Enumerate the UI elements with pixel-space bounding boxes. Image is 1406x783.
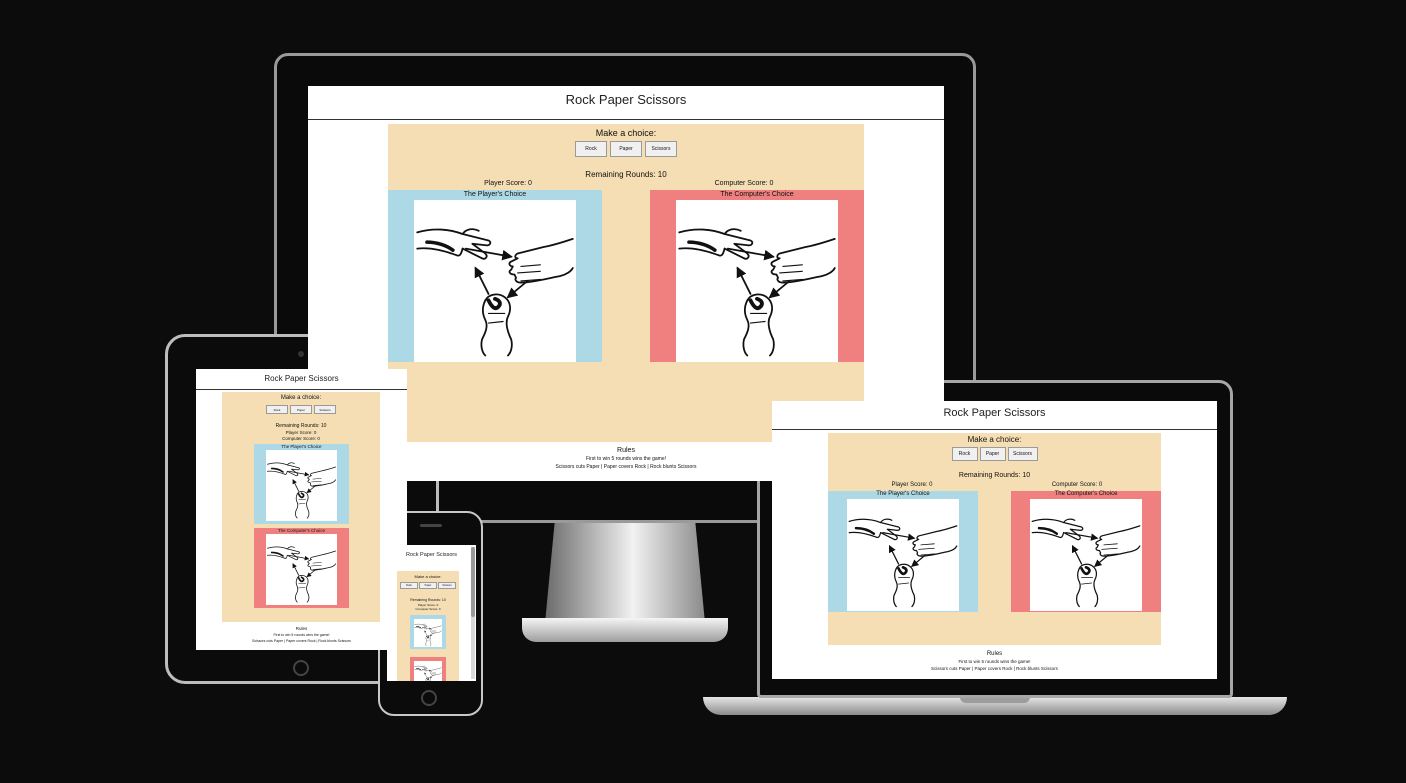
rock-paper-scissors-hands-icon xyxy=(1030,499,1142,611)
tablet-camera xyxy=(298,351,304,357)
computer-choice-title: The Computer's Choice xyxy=(277,528,326,533)
remaining-rounds: Remaining Rounds: 10 xyxy=(275,423,327,429)
monitor-stand-neck xyxy=(545,523,705,623)
paper-button[interactable]: Paper xyxy=(610,141,642,157)
rock-button[interactable]: Rock xyxy=(266,405,288,414)
phone-scrollbar-thumb[interactable] xyxy=(471,547,475,617)
rock-paper-scissors-hands-icon xyxy=(266,534,337,605)
player-score: Player Score: 0 xyxy=(285,430,317,435)
rules-line-2: Scissors cuts Paper | Paper covers Rock … xyxy=(252,639,351,643)
rock-paper-scissors-hands-icon xyxy=(414,661,442,681)
game-panel: Make a choice: Rock Paper Scissors Remai… xyxy=(397,571,459,681)
paper-button[interactable]: Paper xyxy=(290,405,312,414)
computer-choice-title: The Computer's Choice xyxy=(720,191,794,198)
make-choice-label: Make a choice: xyxy=(280,395,322,401)
choice-buttons: Rock Paper Scissors xyxy=(388,141,864,157)
computer-score: Computer Score: 0 xyxy=(1051,482,1103,488)
computer-choice-image xyxy=(414,661,442,681)
computer-choice-box: The Computer's Choice xyxy=(254,528,349,608)
rock-paper-scissors-hands-icon xyxy=(414,200,576,362)
page-title: Rock Paper Scissors xyxy=(308,86,944,120)
make-choice-label: Make a choice: xyxy=(414,574,442,579)
rock-paper-scissors-hands-icon xyxy=(676,200,838,362)
make-choice-label: Make a choice: xyxy=(595,128,657,138)
computer-choice-image xyxy=(1030,499,1142,611)
phone-screen: Rock Paper Scissors Make a choice: Rock … xyxy=(387,545,476,681)
player-choice-box: The Player's Choice xyxy=(254,444,349,524)
scissors-button[interactable]: Scissors xyxy=(314,405,336,414)
remaining-rounds: Remaining Rounds: 10 xyxy=(958,472,1031,479)
paper-button[interactable]: Paper xyxy=(419,582,437,589)
game-panel: Make a choice: Rock Paper Scissors Remai… xyxy=(828,433,1161,645)
rock-button[interactable]: Rock xyxy=(951,447,978,461)
player-choice-box: The Player's Choice xyxy=(828,491,978,612)
computer-choice-title: The Computer's Choice xyxy=(1054,491,1118,497)
player-score: Player Score: 0 xyxy=(484,180,532,187)
player-choice-image xyxy=(414,619,442,647)
tablet-home-button xyxy=(293,660,309,676)
remaining-rounds: Remaining Rounds: 10 xyxy=(410,598,446,602)
choice-buttons: Rock Paper Scissors xyxy=(222,405,380,414)
rock-paper-scissors-hands-icon xyxy=(266,450,337,521)
remaining-rounds: Remaining Rounds: 10 xyxy=(585,170,667,179)
tablet-screen: Rock Paper Scissors Make a choice: Rock … xyxy=(196,369,407,650)
computer-choice-image xyxy=(266,534,337,605)
computer-choice-box: The Computer's Choice xyxy=(650,190,864,362)
page-title: Rock Paper Scissors xyxy=(772,401,1217,430)
game-panel: Make a choice: Rock Paper Scissors Remai… xyxy=(388,124,864,442)
page-title: Rock Paper Scissors xyxy=(196,369,407,390)
rules-line-2: Scissors cuts Paper | Paper covers Rock … xyxy=(931,666,1058,671)
rules-line-1: First to win 5 rounds wins the game! xyxy=(958,659,1031,664)
rock-paper-scissors-hands-icon xyxy=(414,619,442,647)
phone-speaker xyxy=(420,524,442,527)
phone-scrollbar[interactable] xyxy=(471,547,475,679)
player-choice-image xyxy=(847,499,959,611)
player-choice-title: The Player's Choice xyxy=(876,491,930,497)
player-choice-box: The Player's Choice xyxy=(388,190,602,362)
player-choice-title: The Player's Choice xyxy=(463,191,527,198)
scissors-button[interactable]: Scissors xyxy=(438,582,456,589)
game-panel: Make a choice: Rock Paper Scissors Remai… xyxy=(222,392,380,622)
computer-score: Computer Score: 0 xyxy=(714,180,774,187)
rules-title: Rules xyxy=(986,651,1003,657)
choice-buttons: Rock Paper Scissors xyxy=(397,582,459,589)
player-choice-title: The Player's Choice xyxy=(281,444,322,449)
laptop-screen: Rock Paper Scissors Make a choice: Rock … xyxy=(772,401,1217,679)
choice-buttons: Rock Paper Scissors xyxy=(828,447,1161,461)
rock-paper-scissors-hands-icon xyxy=(847,499,959,611)
computer-score: Computer Score: 0 xyxy=(415,607,441,611)
paper-button[interactable]: Paper xyxy=(979,447,1006,461)
rock-button[interactable]: Rock xyxy=(575,141,607,157)
rules-section: Rules First to win 5 rounds wins the gam… xyxy=(196,626,407,644)
page-title: Rock Paper Scissors xyxy=(405,552,458,558)
player-choice-image xyxy=(414,200,576,362)
scissors-button[interactable]: Scissors xyxy=(645,141,677,157)
player-choice-box xyxy=(410,615,446,649)
rock-button[interactable]: Rock xyxy=(400,582,418,589)
computer-score: Computer Score: 0 xyxy=(282,436,320,441)
rules-section: Rules First to win 5 rounds wins the gam… xyxy=(772,651,1217,672)
computer-choice-box: The Computer's Choice xyxy=(1011,491,1161,612)
monitor-stand-base xyxy=(522,618,728,642)
computer-choice-image xyxy=(676,200,838,362)
player-score: Player Score: 0 xyxy=(891,482,933,488)
player-choice-image xyxy=(266,450,337,521)
phone-home-button xyxy=(421,690,437,706)
make-choice-label: Make a choice: xyxy=(967,435,1022,444)
computer-choice-box xyxy=(410,657,446,681)
scissors-button[interactable]: Scissors xyxy=(1007,447,1038,461)
